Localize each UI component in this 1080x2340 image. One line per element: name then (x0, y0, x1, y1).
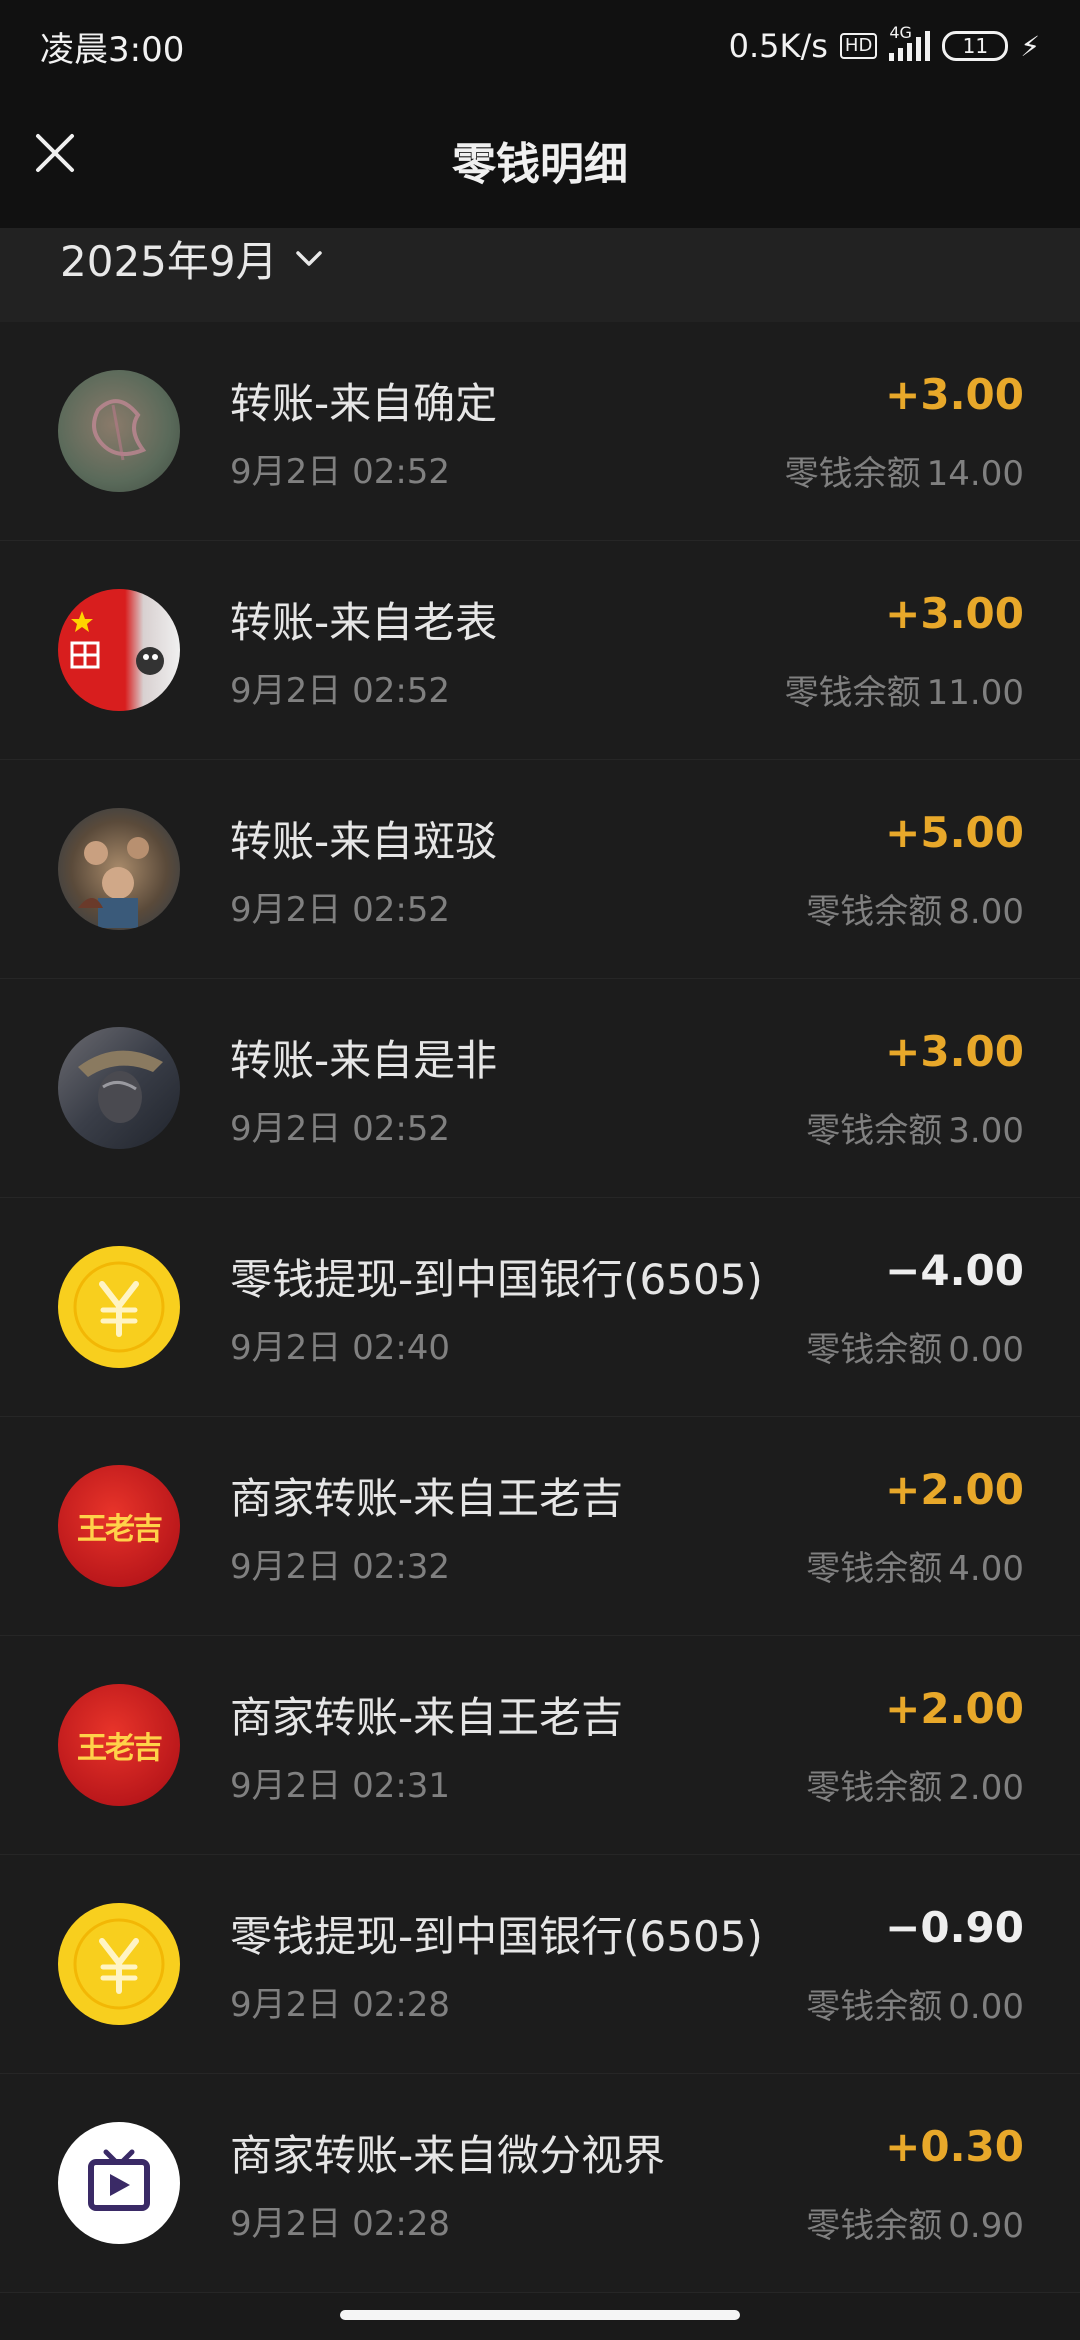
transaction-row[interactable]: 王老吉 商家转账-来自王老吉 9月2日 02:31 +2.00 零钱余额 2.00 (0, 1636, 1080, 1855)
signal-icon: 4G (889, 23, 931, 61)
transaction-time: 9月2日 02:52 (230, 452, 451, 492)
transaction-balance: 零钱余额 0.90 (806, 2198, 1024, 2247)
transaction-time: 9月2日 02:32 (230, 1547, 451, 1587)
transaction-amount: +3.00 (885, 1027, 1024, 1076)
battery-icon: 11 (942, 31, 1009, 61)
battery-level: 11 (962, 34, 989, 58)
balance-value: 2.00 (948, 1768, 1024, 1808)
balance-label: 零钱余额 (784, 673, 921, 713)
balance-label: 零钱余额 (806, 1330, 943, 1370)
transaction-row[interactable]: 转账-来自斑驳 9月2日 02:52 +5.00 零钱余额 8.00 (0, 760, 1080, 979)
transaction-row[interactable]: 王老吉 商家转账-来自王老吉 9月2日 02:32 +2.00 零钱余额 4.00 (0, 1417, 1080, 1636)
transaction-time: 9月2日 02:40 (230, 1328, 451, 1368)
transaction-title: 转账-来自是非 (230, 1036, 498, 1085)
balance-value: 11.00 (926, 673, 1024, 713)
yuan-coin-icon (58, 1903, 180, 2025)
status-time: 凌晨3:00 (40, 29, 185, 70)
balance-label: 零钱余额 (806, 1549, 943, 1589)
avatar (58, 589, 180, 711)
avatar (58, 370, 180, 492)
balance-label: 零钱余额 (806, 2206, 943, 2246)
transaction-balance: 零钱余额 3.00 (806, 1103, 1024, 1152)
transaction-title: 商家转账-来自王老吉 (230, 1474, 624, 1523)
transaction-amount: +3.00 (885, 589, 1024, 638)
transaction-time: 9月2日 02:31 (230, 1766, 451, 1806)
transaction-title: 商家转账-来自微分视界 (230, 2131, 666, 2180)
transaction-balance: 零钱余额 2.00 (806, 1760, 1024, 1809)
transaction-title: 零钱提现-到中国银行(6505) (230, 1255, 763, 1304)
transaction-time: 9月2日 02:28 (230, 2204, 451, 2244)
month-selector[interactable]: 2025年9月 (60, 228, 324, 289)
tv-icon (58, 2122, 180, 2244)
transaction-title: 商家转账-来自王老吉 (230, 1693, 624, 1742)
transaction-amount: +3.00 (885, 370, 1024, 419)
net-speed: 0.5K/s (728, 27, 828, 65)
transaction-balance: 零钱余额 8.00 (806, 884, 1024, 933)
logo-text: 王老吉 (77, 1731, 163, 1766)
transaction-amount: +0.30 (885, 2122, 1024, 2171)
balance-label: 零钱余额 (806, 1987, 943, 2027)
transaction-time: 9月2日 02:52 (230, 1109, 451, 1149)
avatar (58, 1027, 180, 1149)
transaction-list: 转账-来自确定 9月2日 02:52 +3.00 零钱余额 14.00 转账-来自… (0, 322, 1080, 2293)
transaction-amount: −0.90 (885, 1903, 1024, 1952)
transaction-time: 9月2日 02:52 (230, 890, 451, 930)
transaction-time: 9月2日 02:52 (230, 671, 451, 711)
transaction-title: 零钱提现-到中国银行(6505) (230, 1912, 763, 1961)
page-title: 零钱明细 (452, 139, 628, 190)
network-type: 4G (889, 23, 912, 42)
close-button[interactable] (30, 128, 80, 178)
transaction-title: 转账-来自确定 (230, 379, 498, 428)
balance-value: 3.00 (948, 1111, 1024, 1151)
chevron-down-icon (295, 250, 322, 266)
balance-label: 零钱余额 (806, 1768, 943, 1808)
balance-label: 零钱余额 (784, 454, 921, 494)
transaction-row[interactable]: 转账-来自是非 9月2日 02:52 +3.00 零钱余额 3.00 (0, 979, 1080, 1198)
transaction-balance: 零钱余额 4.00 (806, 1541, 1024, 1590)
home-gesture-bar[interactable] (340, 2310, 740, 2320)
yuan-coin-icon (58, 1246, 180, 1368)
transaction-row[interactable]: 零钱提现-到中国银行(6505) 9月2日 02:28 −0.90 零钱余额 0.… (0, 1855, 1080, 2074)
transaction-balance: 零钱余额 0.00 (806, 1322, 1024, 1371)
charging-icon: ⚡ (1020, 29, 1040, 63)
transaction-amount: −4.00 (885, 1246, 1024, 1295)
balance-value: 0.90 (948, 2206, 1024, 2246)
status-icons: 0.5K/s HD 4G 11 ⚡ (728, 23, 1040, 65)
transaction-amount: +2.00 (885, 1465, 1024, 1514)
close-icon (36, 134, 74, 172)
transaction-amount: +5.00 (885, 808, 1024, 857)
transaction-row[interactable]: 转账-来自老表 9月2日 02:52 +3.00 零钱余额 11.00 (0, 541, 1080, 760)
transaction-title: 转账-来自老表 (230, 598, 498, 647)
transaction-balance: 零钱余额 11.00 (785, 665, 1024, 714)
month-filter-bar: 2025年9月 (0, 228, 1080, 322)
balance-value: 14.00 (926, 454, 1024, 494)
logo-text: 王老吉 (77, 1512, 163, 1547)
avatar (58, 808, 180, 930)
balance-label: 零钱余额 (806, 1111, 943, 1151)
balance-value: 0.00 (948, 1330, 1024, 1370)
balance-value: 8.00 (948, 892, 1024, 932)
transaction-amount: +2.00 (885, 1684, 1024, 1733)
month-text: 2025年9月 (60, 237, 278, 286)
balance-value: 4.00 (948, 1549, 1024, 1589)
transaction-row[interactable]: 商家转账-来自微分视界 9月2日 02:28 +0.30 零钱余额 0.90 (0, 2074, 1080, 2293)
transaction-row[interactable]: 转账-来自确定 9月2日 02:52 +3.00 零钱余额 14.00 (0, 322, 1080, 541)
transaction-balance: 零钱余额 0.00 (806, 1979, 1024, 2028)
balance-value: 0.00 (948, 1987, 1024, 2027)
transaction-row[interactable]: 零钱提现-到中国银行(6505) 9月2日 02:40 −4.00 零钱余额 0.… (0, 1198, 1080, 1417)
transaction-time: 9月2日 02:28 (230, 1985, 451, 2025)
nav-bar: 零钱明细 (0, 92, 1080, 228)
wanglaoji-logo: 王老吉 (58, 1465, 180, 1587)
wanglaoji-logo: 王老吉 (58, 1684, 180, 1806)
balance-label: 零钱余额 (806, 892, 943, 932)
transaction-balance: 零钱余额 14.00 (785, 446, 1024, 495)
status-bar: 凌晨3:00 0.5K/s HD 4G 11 ⚡ (0, 0, 1080, 92)
transaction-title: 转账-来自斑驳 (230, 817, 498, 866)
hd-badge: HD (839, 33, 878, 59)
